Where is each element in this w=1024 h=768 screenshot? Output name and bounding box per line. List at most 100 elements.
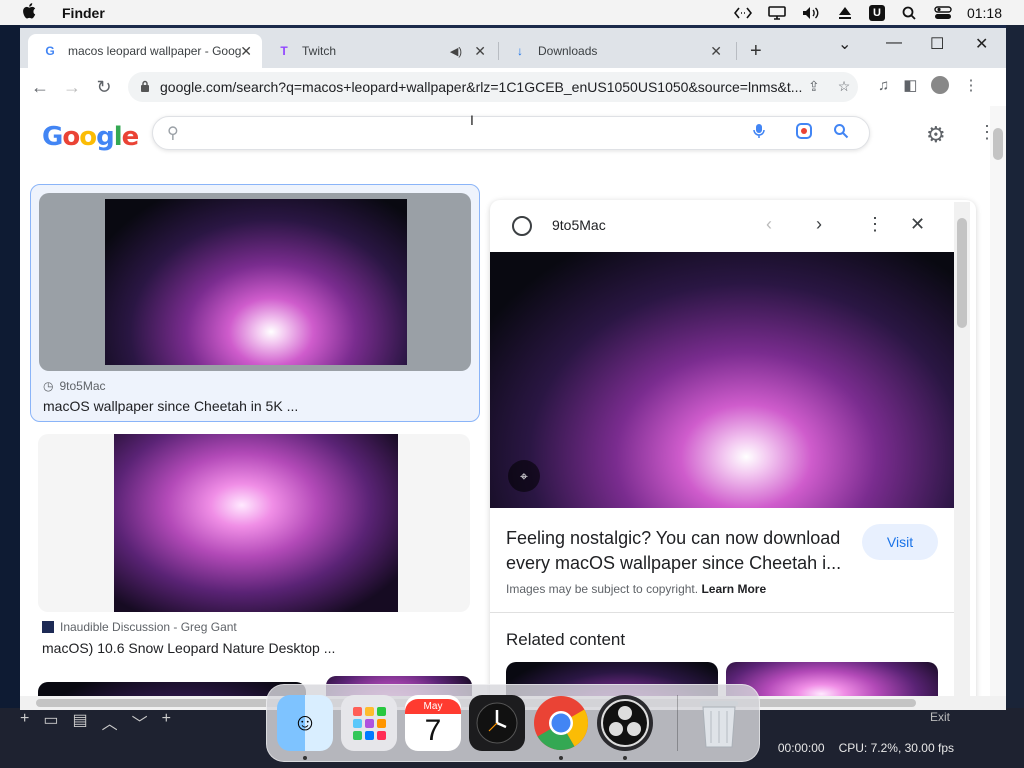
result-source: Inaudible Discussion - Greg Gant — [42, 620, 237, 634]
result-title[interactable]: macOS wallpaper since Cheetah in 5K ... — [43, 398, 298, 414]
finder-app-icon[interactable]: ☺ — [277, 695, 333, 751]
url-text: google.com/search?q=macos+leopard+wallpa… — [160, 79, 803, 95]
side-panel-icon[interactable]: ◧ — [903, 76, 917, 94]
dock-separator — [677, 695, 678, 751]
close-tab-icon[interactable]: ✕ — [240, 43, 252, 60]
scrollbar-thumb[interactable] — [993, 128, 1003, 160]
move-up-icon[interactable]: ︿ — [102, 710, 118, 734]
google-doodle-logo[interactable]: Google — [42, 122, 139, 152]
media-control-icon[interactable]: ♫ — [878, 77, 889, 94]
code-icon[interactable] — [733, 5, 753, 21]
display-icon[interactable] — [767, 5, 787, 21]
menu-clock[interactable]: 01:18 — [967, 5, 1002, 21]
launchpad-app-icon[interactable] — [341, 695, 397, 751]
copyright-notice: Images may be subject to copyright. Lear… — [506, 582, 767, 596]
snow-leopard-wallpaper-image — [114, 434, 398, 612]
calendar-month: May — [405, 698, 461, 714]
lens-search-icon[interactable]: ⌖ — [508, 460, 540, 492]
status-menus: U 01:18 — [733, 4, 1002, 21]
apple-icon[interactable] — [22, 3, 40, 22]
menu-bar: Finder U 01:18 — [0, 0, 1024, 25]
panel-source[interactable]: 9to5Mac — [552, 217, 606, 233]
learn-more-link[interactable]: Learn More — [701, 582, 766, 596]
properties-icon[interactable]: ▤ — [72, 710, 87, 734]
image-result-card[interactable]: ◷ 9to5Mac macOS wallpaper since Cheetah … — [30, 184, 480, 422]
search-icon[interactable] — [899, 5, 919, 21]
search-input[interactable] — [192, 124, 713, 142]
move-down-icon[interactable]: ﹀ — [132, 710, 148, 734]
u-icon[interactable]: U — [868, 4, 885, 21]
preview-image[interactable] — [490, 252, 956, 508]
obs-timecode: 00:00:00 — [777, 741, 825, 755]
new-tab-button[interactable]: + — [750, 40, 762, 63]
result-title[interactable]: macOS) 10.6 Snow Leopard Nature Desktop … — [42, 640, 335, 656]
eject-icon[interactable] — [835, 5, 855, 21]
close-panel-icon[interactable]: ✕ — [910, 214, 925, 235]
reload-button[interactable]: ↻ — [88, 77, 120, 98]
forward-button[interactable]: → — [56, 77, 88, 98]
more-options-icon[interactable]: ⋮ — [866, 214, 884, 235]
bookmark-star-icon[interactable]: ☆ — [838, 78, 851, 95]
browser-window: G macos leopard wallpaper - Goog ✕ T Twi… — [20, 28, 1006, 710]
google-lens-icon[interactable] — [795, 122, 813, 145]
dock: ☺ May 7 — [266, 684, 760, 762]
image-result-thumbnail[interactable] — [38, 434, 470, 612]
control-center-icon[interactable] — [933, 5, 953, 21]
omnibox-actions: ⇪ ☆ — [808, 78, 850, 95]
calendar-app-icon[interactable]: May 7 — [405, 695, 461, 751]
voice-search-icon[interactable] — [753, 123, 765, 144]
search-submit-icon[interactable] — [833, 123, 849, 144]
background-app-left — [0, 25, 20, 768]
tab-label: macos leopard wallpaper - Goog — [68, 44, 242, 58]
panel-header: 9to5Mac ‹ › ⋮ ✕ — [490, 200, 956, 250]
tab-separator — [736, 42, 737, 60]
obs-exit-button[interactable]: Exit — [930, 710, 950, 724]
chrome-app-icon[interactable] — [533, 695, 589, 751]
trash-icon[interactable] — [691, 695, 747, 751]
settings-gear-icon[interactable]: ⚙ — [926, 122, 946, 148]
next-image-icon[interactable]: › — [816, 214, 822, 235]
toolbar-actions: ♫ ◧ ⋮ — [878, 76, 978, 94]
obs-app-icon[interactable] — [597, 695, 653, 751]
previous-image-icon[interactable]: ‹ — [766, 214, 772, 235]
add-source-icon[interactable]: + — [20, 710, 29, 734]
running-indicator — [623, 756, 627, 760]
tab-twitch[interactable]: T Twitch ◀) ✕ — [262, 34, 496, 68]
search-box[interactable]: ⚲ — [152, 116, 870, 150]
close-window-button[interactable]: ✕ — [975, 34, 988, 54]
mute-tab-icon[interactable]: ◀) — [450, 45, 462, 58]
maximize-button[interactable]: ☐ — [930, 34, 944, 54]
share-icon[interactable]: ⇪ — [808, 78, 820, 95]
remove-source-icon[interactable]: ▭ — [43, 710, 58, 734]
visit-button[interactable]: Visit — [862, 524, 938, 560]
add-scene-icon[interactable]: + — [162, 710, 171, 734]
tab-google-search[interactable]: G macos leopard wallpaper - Goog ✕ — [28, 34, 262, 68]
close-tab-icon[interactable]: ✕ — [710, 43, 722, 60]
text-cursor-icon: I — [470, 112, 474, 128]
tab-label: Downloads — [538, 44, 598, 58]
scrollbar-thumb[interactable] — [957, 218, 967, 328]
obs-stats: 00:00:00 CPU: 7.2%, 30.00 fps — [778, 741, 954, 755]
address-bar[interactable]: google.com/search?q=macos+leopard+wallpa… — [128, 72, 858, 102]
tab-search-chevron-icon[interactable]: ⌄ — [838, 34, 851, 54]
close-tab-icon[interactable]: ✕ — [474, 43, 486, 60]
panel-scrollbar[interactable] — [954, 202, 970, 710]
back-button[interactable]: ← — [24, 77, 56, 98]
browser-toolbar: ← → ↻ google.com/search?q=macos+leopard+… — [20, 68, 1006, 106]
lock-icon[interactable] — [140, 80, 150, 95]
related-content-heading: Related content — [506, 630, 626, 649]
panel-title[interactable]: Feeling nostalgic? You can now download … — [506, 526, 856, 576]
clock-app-icon[interactable] — [469, 695, 525, 751]
minimize-button[interactable]: — — [886, 34, 902, 52]
page-scrollbar[interactable] — [990, 106, 1006, 710]
tab-downloads[interactable]: ↓ Downloads ✕ — [498, 34, 732, 68]
image-result-thumbnail[interactable] — [39, 193, 471, 371]
profile-avatar[interactable] — [931, 76, 950, 94]
twitch-favicon-icon: T — [280, 44, 288, 58]
chrome-menu-icon[interactable]: ⋮ — [963, 76, 978, 94]
divider — [490, 612, 956, 613]
volume-icon[interactable] — [801, 5, 821, 21]
source-clock-icon — [512, 216, 532, 236]
active-app-name[interactable]: Finder — [62, 5, 105, 21]
image-result-card[interactable]: Inaudible Discussion - Greg Gant macOS) … — [30, 434, 480, 660]
